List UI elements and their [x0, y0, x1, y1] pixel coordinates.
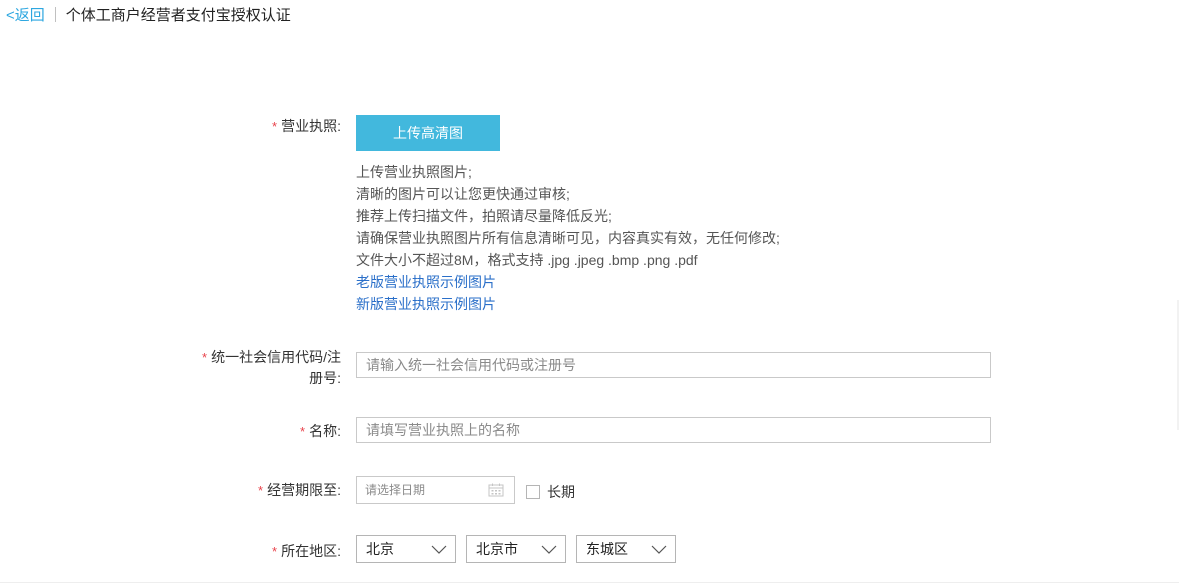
page-header: <返回 个体工商户经营者支付宝授权认证: [6, 4, 291, 24]
region-label: * 所在地区:: [272, 543, 341, 559]
date-input[interactable]: [357, 477, 498, 503]
new-license-sample-link[interactable]: 新版营业执照示例图片: [356, 293, 780, 315]
tip-line: 清晰的图片可以让您更快通过审核;: [356, 186, 570, 202]
long-term-option[interactable]: 长期: [526, 482, 575, 502]
old-license-sample-link[interactable]: 老版营业执照示例图片: [356, 271, 780, 293]
credit-code-label: * 统一社会信用代码/注 册号:: [202, 349, 341, 386]
required-mark: *: [272, 119, 278, 134]
period-label: * 经营期限至:: [258, 482, 341, 498]
tip-line: 文件大小不超过8M，格式支持 .jpg .jpeg .bmp .png .pdf: [356, 252, 698, 268]
required-mark: *: [202, 350, 208, 365]
district-value: 东城区: [586, 541, 628, 557]
name-input[interactable]: [356, 417, 991, 443]
long-term-label[interactable]: 长期: [547, 482, 575, 502]
province-select[interactable]: 北京: [356, 535, 456, 563]
back-link[interactable]: <返回: [6, 4, 45, 25]
city-value: 北京市: [476, 541, 518, 557]
city-select[interactable]: 北京市: [466, 535, 566, 563]
tip-line: 上传营业执照图片;: [356, 164, 472, 180]
province-value: 北京: [366, 541, 394, 557]
date-picker[interactable]: [356, 476, 515, 504]
license-label: * 营业执照:: [272, 118, 341, 134]
name-label: * 名称:: [300, 423, 341, 439]
chevron-down-icon: [541, 545, 557, 554]
license-tips: 上传营业执照图片; 清晰的图片可以让您更快通过审核; 推荐上传扫描文件，拍照请尽…: [356, 161, 780, 315]
credit-code-input[interactable]: [356, 352, 991, 378]
required-mark: *: [272, 544, 278, 559]
chevron-down-icon: [651, 545, 667, 554]
chevron-down-icon: [431, 545, 447, 554]
header-divider: [54, 6, 56, 22]
long-term-checkbox[interactable]: [526, 485, 540, 499]
page-title: 个体工商户经营者支付宝授权认证: [65, 6, 291, 24]
required-mark: *: [258, 483, 264, 498]
required-mark: *: [300, 424, 306, 439]
district-select[interactable]: 东城区: [576, 535, 676, 563]
calendar-icon[interactable]: [488, 483, 504, 497]
upload-license-button[interactable]: 上传高清图: [356, 115, 500, 151]
bottom-divider: [0, 582, 1179, 583]
tip-line: 请确保营业执照图片所有信息清晰可见，内容真实有效，无任何修改;: [356, 230, 780, 246]
tip-line: 推荐上传扫描文件，拍照请尽量降低反光;: [356, 208, 612, 224]
